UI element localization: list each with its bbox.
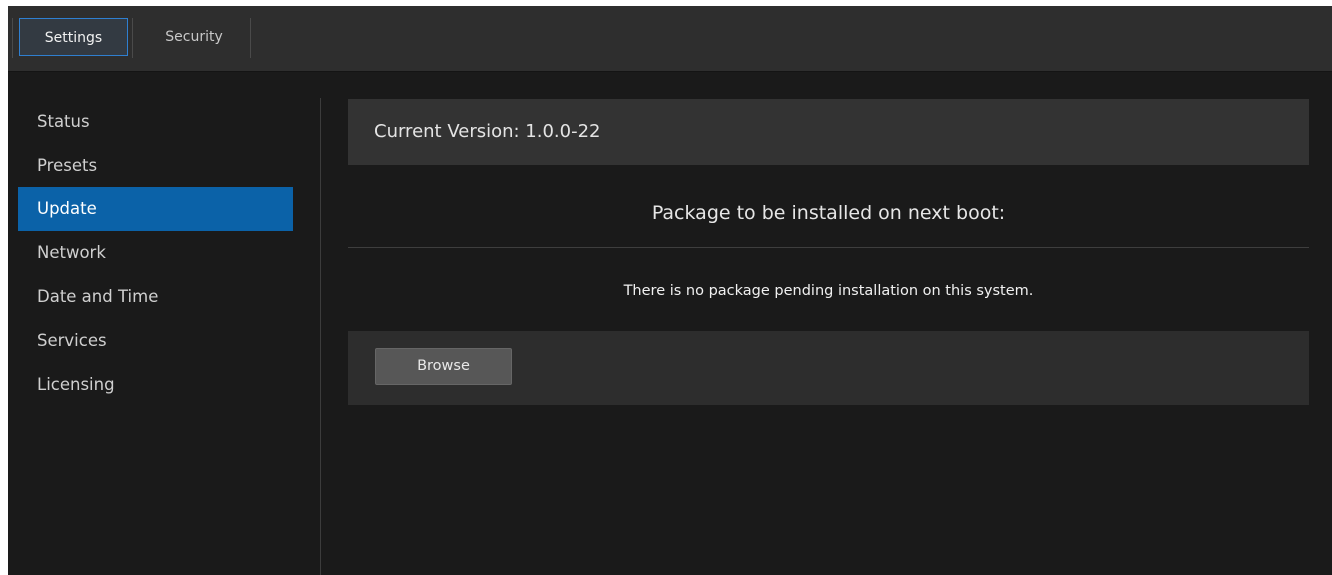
sidebar-item-network[interactable]: Network <box>18 231 293 275</box>
current-version-panel: Current Version: 1.0.0-22 <box>348 99 1309 165</box>
heading-divider <box>348 247 1309 248</box>
tab-settings[interactable]: Settings <box>19 18 128 56</box>
tab-divider <box>132 18 133 58</box>
package-heading: Package to be installed on next boot: <box>651 202 1006 224</box>
tab-divider <box>250 18 251 58</box>
tab-divider <box>12 18 13 58</box>
pending-message: There is no package pending installation… <box>623 283 1034 299</box>
sidebar-item-update[interactable]: Update <box>18 187 293 231</box>
sidebar-nav: Status Presets Update Network Date and T… <box>8 72 320 575</box>
app-window: Settings Security Status Presets Update … <box>8 6 1332 575</box>
browse-panel: Browse <box>348 331 1309 405</box>
sidebar-item-status[interactable]: Status <box>18 100 293 144</box>
sidebar-item-date-and-time[interactable]: Date and Time <box>18 275 293 319</box>
top-tab-bar: Settings Security <box>8 6 1332 72</box>
sidebar-item-services[interactable]: Services <box>18 319 293 363</box>
sidebar-divider <box>320 98 321 575</box>
tab-security[interactable]: Security <box>138 18 250 56</box>
browse-button[interactable]: Browse <box>375 348 512 385</box>
sidebar-item-licensing[interactable]: Licensing <box>18 363 293 407</box>
sidebar-item-presets[interactable]: Presets <box>18 144 293 188</box>
